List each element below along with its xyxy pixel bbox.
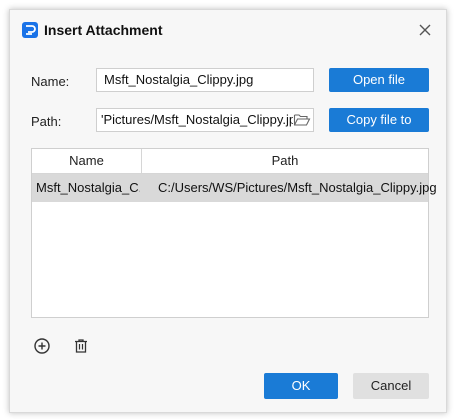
- table-cell-name: Msft_Nostalgia_C...: [36, 180, 140, 195]
- path-label: Path:: [31, 114, 62, 129]
- cancel-button[interactable]: Cancel: [353, 373, 429, 399]
- copy-file-to-button[interactable]: Copy file to: [329, 108, 429, 132]
- table-row[interactable]: Msft_Nostalgia_C... C:/Users/WS/Pictures…: [32, 174, 437, 202]
- name-field[interactable]: Msft_Nostalgia_Clippy.jpg: [96, 68, 314, 92]
- dialog-title: Insert Attachment: [44, 22, 163, 38]
- attachments-table: Name Path Msft_Nostalgia_C... C:/Users/W…: [31, 148, 437, 318]
- open-file-button[interactable]: Open file: [329, 68, 429, 92]
- title-bar: Insert Attachment: [10, 10, 446, 50]
- table-header: Name Path: [32, 149, 428, 174]
- column-header-name[interactable]: Name: [32, 149, 141, 173]
- add-circle-icon[interactable]: [33, 337, 51, 355]
- close-icon[interactable]: [416, 21, 434, 39]
- app-logo-icon: [22, 22, 38, 38]
- table-cell-path: C:/Users/WS/Pictures/Msft_Nostalgia_Clip…: [158, 180, 437, 195]
- name-label: Name:: [31, 74, 70, 89]
- folder-open-icon[interactable]: [293, 112, 311, 128]
- column-header-path[interactable]: Path: [142, 149, 428, 173]
- path-field[interactable]: 'Pictures/Msft_Nostalgia_Clippy.jpg: [96, 108, 314, 132]
- trash-icon[interactable]: [72, 337, 90, 355]
- path-value: 'Pictures/Msft_Nostalgia_Clippy.jpg: [101, 112, 304, 127]
- ok-button[interactable]: OK: [264, 373, 338, 399]
- insert-attachment-dialog: Insert Attachment Name: Msft_Nostalgia_C…: [9, 9, 447, 413]
